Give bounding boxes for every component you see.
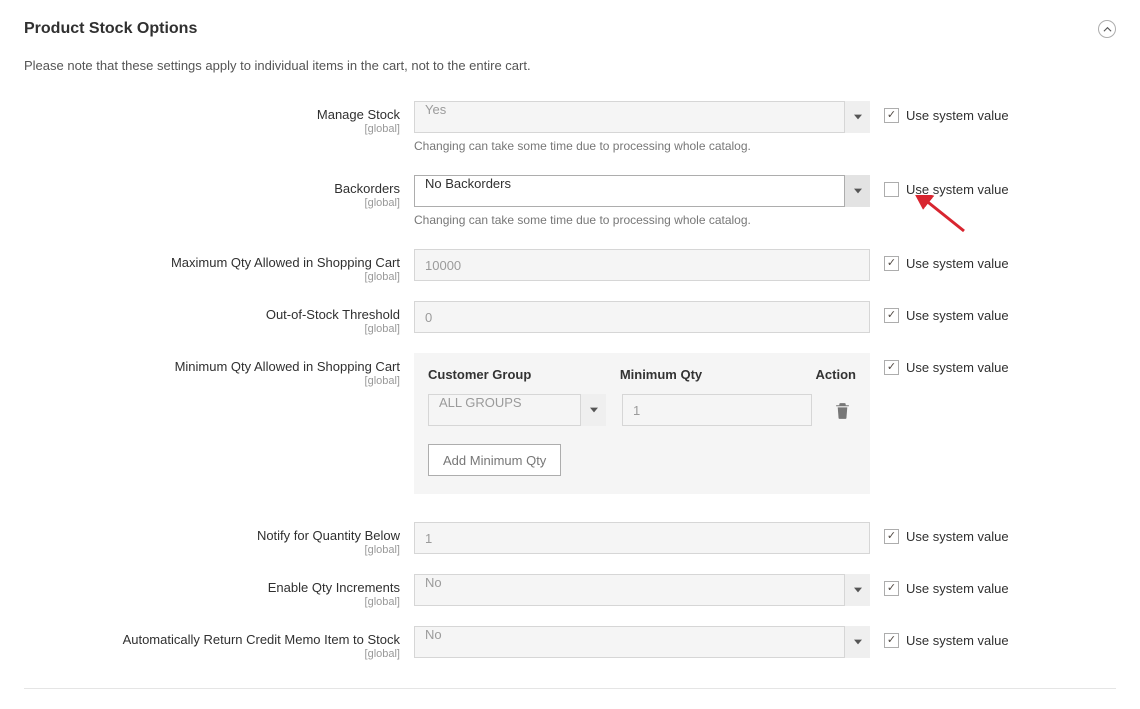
manage-stock-select: Yes [414,101,870,133]
annotation-arrow [914,195,970,235]
trash-icon [835,402,850,419]
use-system-label: Use system value [906,308,1009,323]
max-qty-input [414,249,870,281]
scope-global: [global] [24,596,400,608]
min-qty-input [622,394,812,426]
scope-global: [global] [24,544,400,556]
oos-threshold-use-system-checkbox[interactable] [884,308,899,323]
section-divider [24,688,1116,689]
use-system-label: Use system value [906,256,1009,271]
enable-increments-select: No [414,574,870,606]
chevron-up-icon [1103,25,1112,34]
use-system-label: Use system value [906,182,1009,197]
scope-global: [global] [24,123,400,135]
col-minimum-qty: Minimum Qty [620,367,816,382]
label-notify-below: Notify for Quantity Below [257,528,400,543]
min-qty-use-system-checkbox[interactable] [884,360,899,375]
use-system-label: Use system value [906,529,1009,544]
label-backorders: Backorders [334,181,400,196]
scope-global: [global] [24,323,400,335]
label-manage-stock: Manage Stock [317,107,400,122]
min-qty-panel: Customer Group Minimum Qty Action ALL GR… [414,353,870,494]
use-system-label: Use system value [906,633,1009,648]
notify-below-use-system-checkbox[interactable] [884,529,899,544]
scope-global: [global] [24,271,400,283]
auto-return-select: No [414,626,870,658]
label-auto-return: Automatically Return Credit Memo Item to… [123,632,400,647]
scope-global: [global] [24,648,400,660]
label-max-qty: Maximum Qty Allowed in Shopping Cart [171,255,400,270]
manage-stock-note: Changing can take some time due to proce… [414,139,870,153]
delete-row-button[interactable] [828,402,856,419]
use-system-label: Use system value [906,581,1009,596]
add-minimum-qty-button: Add Minimum Qty [428,444,561,476]
scope-global: [global] [24,197,400,209]
label-min-qty: Minimum Qty Allowed in Shopping Cart [175,359,400,374]
collapse-toggle[interactable] [1098,20,1116,38]
backorders-use-system-checkbox[interactable] [884,182,899,197]
customer-group-select: ALL GROUPS [428,394,606,426]
label-oos-threshold: Out-of-Stock Threshold [266,307,400,322]
max-qty-use-system-checkbox[interactable] [884,256,899,271]
backorders-select[interactable]: No Backorders [414,175,870,207]
label-enable-increments: Enable Qty Increments [268,580,400,595]
auto-return-use-system-checkbox[interactable] [884,633,899,648]
use-system-label: Use system value [906,108,1009,123]
col-action: Action [816,367,856,382]
col-customer-group: Customer Group [428,367,620,382]
use-system-label: Use system value [906,360,1009,375]
notify-below-input [414,522,870,554]
backorders-note: Changing can take some time due to proce… [414,213,870,227]
manage-stock-use-system-checkbox[interactable] [884,108,899,123]
enable-increments-use-system-checkbox[interactable] [884,581,899,596]
oos-threshold-input [414,301,870,333]
scope-global: [global] [24,375,400,387]
section-title: Product Stock Options [24,20,197,38]
section-note: Please note that these settings apply to… [24,58,1116,73]
